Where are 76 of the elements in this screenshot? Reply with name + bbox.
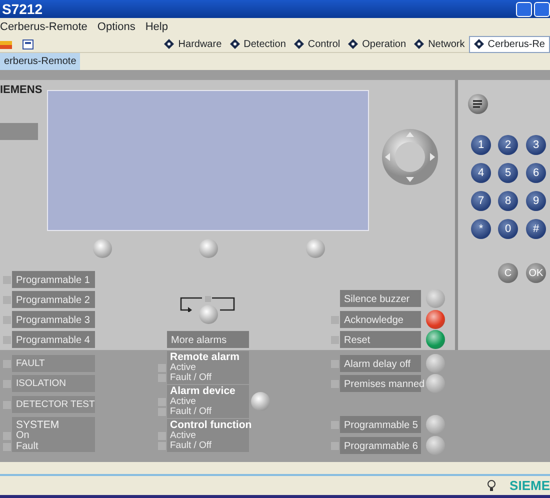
indicator-led	[158, 364, 166, 372]
menu-item[interactable]: Cerberus-Remote	[0, 18, 92, 36]
indicator-led	[158, 398, 166, 406]
indicator-led	[158, 374, 166, 382]
indicator-led	[3, 296, 11, 304]
nav-button[interactable]: Network	[410, 36, 469, 52]
tab[interactable]: erberus-Remote	[0, 53, 80, 70]
panel-button[interactable]: Programmable 2	[12, 291, 95, 308]
diamond-icon	[164, 39, 174, 49]
more-alarms-button[interactable]: More alarms	[167, 331, 249, 348]
window-title: S7212	[2, 0, 42, 18]
softkey-button[interactable]	[93, 239, 112, 258]
status-label: FAULT	[12, 355, 95, 372]
nav-button[interactable]: Operation	[344, 36, 410, 52]
group-title: Control function	[170, 419, 252, 431]
status-label: SYSTEM	[16, 418, 60, 431]
indicator-led	[3, 276, 11, 284]
panel-button[interactable]: Programmable 5	[340, 416, 421, 433]
folder-icon[interactable]	[0, 39, 12, 49]
diamond-icon	[348, 39, 358, 49]
diamond-icon	[474, 39, 484, 49]
indicator-led	[3, 360, 11, 368]
panel-button[interactable]: Silence buzzer	[340, 290, 421, 307]
panel-button[interactable]: Programmable 1	[12, 271, 95, 288]
nav-button[interactable]: Control	[290, 36, 344, 52]
diamond-icon	[230, 39, 240, 49]
menu-item[interactable]: Help	[140, 18, 173, 36]
nav-button[interactable]: Cerberus-Re	[468, 36, 550, 52]
panel-button[interactable]: Programmable 3	[12, 311, 95, 328]
diamond-icon	[414, 39, 424, 49]
navigation-pad[interactable]	[381, 128, 439, 186]
panel-button[interactable]: Reset	[340, 331, 421, 348]
round-button[interactable]	[426, 310, 445, 329]
menu-icon	[473, 100, 483, 108]
indicator-led	[158, 442, 166, 450]
maximize-button[interactable]	[534, 2, 550, 16]
indicator-led	[3, 336, 11, 344]
light-bulb-icon	[486, 480, 496, 491]
brand-logo: IEMENS	[0, 83, 42, 98]
softkey-button[interactable]	[199, 239, 218, 258]
document-icon[interactable]	[22, 38, 34, 50]
indicator-led	[3, 316, 11, 324]
indicator-led	[3, 443, 11, 451]
status-label: Active	[170, 397, 196, 407]
diamond-icon	[294, 39, 304, 49]
label-strip	[0, 123, 38, 140]
status-label: Fault / Off	[170, 373, 212, 383]
status-label: DETECTOR TEST	[12, 396, 95, 413]
panel-button[interactable]: Acknowledge	[340, 311, 421, 328]
indicator-led	[3, 432, 11, 440]
panel-button[interactable]: Programmable 4	[12, 331, 95, 348]
softkey-button[interactable]	[306, 239, 325, 258]
status-label: Fault / Off	[170, 407, 212, 417]
brand-logo: SIEME	[510, 476, 550, 494]
status-label: Fault / Off	[170, 441, 212, 451]
status-label: ISOLATION	[12, 375, 95, 392]
status-label: Active	[170, 431, 196, 441]
indicator-led	[3, 401, 11, 409]
status-label: Fault	[16, 441, 38, 452]
indicator-led	[158, 408, 166, 416]
indicator-led	[158, 432, 166, 440]
toggle-button[interactable]	[199, 305, 218, 324]
nav-button[interactable]: Detection	[226, 36, 290, 52]
group-title: Remote alarm	[170, 351, 240, 363]
round-button[interactable]	[426, 330, 445, 349]
panel-button[interactable]: Programmable 6	[340, 437, 421, 454]
panel-button[interactable]: Alarm delay off	[340, 355, 421, 372]
indicator-led	[3, 380, 11, 388]
group-title: Alarm device	[170, 385, 236, 397]
status-label: On	[16, 430, 30, 441]
toggle-arrows-icon	[180, 296, 236, 312]
nav-button[interactable]: Hardware	[160, 36, 226, 52]
menu-item[interactable]: Options	[92, 18, 140, 36]
status-label: Active	[170, 363, 196, 373]
minimize-button[interactable]	[516, 2, 532, 16]
round-button[interactable]	[426, 289, 445, 308]
